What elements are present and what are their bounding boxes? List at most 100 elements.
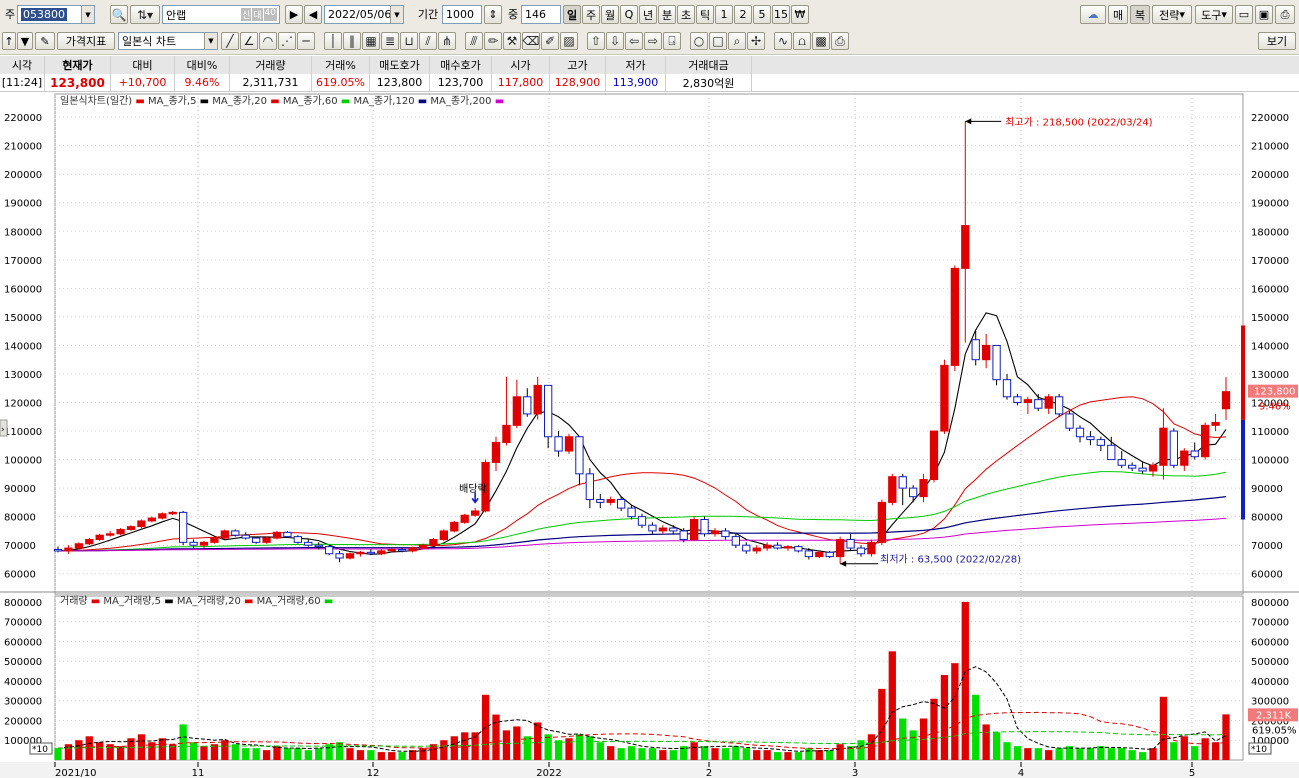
cross-tool-button[interactable]: ✢ [747, 32, 765, 50]
price-tick-left: 210000 [4, 142, 42, 153]
interval-button[interactable]: 년 [639, 5, 657, 24]
interval-button[interactable]: 주 [582, 5, 600, 24]
print-tool-button[interactable]: ⎙ [831, 32, 849, 50]
up-tool-button[interactable]: ⇧ [587, 32, 605, 50]
parallel-tool-button[interactable]: ⫻ [465, 32, 483, 50]
print-button[interactable]: ⎙ [1275, 5, 1295, 24]
legend-swatch: ▬ [88, 596, 104, 607]
volume-bar [523, 736, 531, 760]
angle-tool-button[interactable]: ∠ [240, 32, 258, 50]
prev-button[interactable]: ◀ [304, 5, 322, 24]
line-icon: ╱ [226, 34, 234, 48]
open-button[interactable]: ▭ [1235, 5, 1253, 24]
magic-tool-button[interactable]: ⚒ [503, 32, 521, 50]
candlestick-chart[interactable]: 220000 220000 210000 210000 200000 200000 1900… [0, 92, 1299, 778]
candle-body [168, 511, 177, 515]
cloud-button[interactable]: ☁ [1080, 5, 1106, 24]
interval-button[interactable]: 2 [734, 5, 752, 24]
volume-bar [1045, 750, 1053, 760]
channel-tool-button[interactable]: ⫽ [419, 32, 437, 50]
vlines-tool-button[interactable]: ‖ [343, 32, 361, 50]
interval-button[interactable]: 틱 [696, 5, 714, 24]
volume-tick-right: 500000 [1251, 657, 1289, 668]
interval-button[interactable]: 1 [715, 5, 733, 24]
wave-tool-button[interactable]: ∿ [774, 32, 792, 50]
volume-bar [753, 750, 761, 760]
quote-header-cell: 대비 [111, 56, 175, 74]
period-input[interactable]: 1000 [442, 5, 482, 24]
strategy-button[interactable]: 전략 ▾ [1152, 5, 1192, 24]
interval-button[interactable]: 5 [753, 5, 771, 24]
candle-body [950, 267, 960, 366]
down-tool-button[interactable]: ⇩ [606, 32, 624, 50]
hline-tool-button[interactable]: ─ [297, 32, 315, 50]
zoom-tool-button[interactable]: ⌕ [728, 32, 746, 50]
arc-tool-button[interactable]: ◠ [259, 32, 277, 50]
count-input[interactable]: 146 [521, 5, 561, 24]
page-tool-button[interactable]: ⍈ [663, 32, 681, 50]
interval-button[interactable]: 초 [677, 5, 695, 24]
eraser-tool-button[interactable]: ⌫ [522, 32, 540, 50]
interval-button[interactable]: 분 [658, 5, 676, 24]
stock-code-input[interactable]: 053800 ▼ [17, 5, 95, 24]
vline-tool-button[interactable]: │ [324, 32, 342, 50]
save-img-tool-button[interactable]: ▩ [812, 32, 830, 50]
price-tick-left: 180000 [4, 227, 42, 238]
count-label: 중 [507, 8, 519, 21]
volume-legend-item: MA_거래량,60 [257, 595, 321, 607]
fan-tool-button[interactable]: ⋰ [278, 32, 296, 50]
cycle-tool-button[interactable]: ⊔ [400, 32, 418, 50]
price-legend-item: MA_종가,5 [148, 95, 196, 107]
circle-tool-button[interactable]: ○ [690, 32, 708, 50]
tools-button[interactable]: 도구 ▾ [1195, 5, 1233, 24]
interval-button[interactable]: 일 [563, 5, 581, 24]
next-button[interactable]: ▶ [285, 5, 303, 24]
date-input[interactable]: 2022/05/06 ▼ [324, 5, 404, 24]
square-tool-button[interactable]: □ [709, 32, 727, 50]
chevron-down-icon[interactable]: ▼ [204, 33, 217, 49]
view-button[interactable]: 보기 [1258, 32, 1296, 50]
indicator-button[interactable]: 가격지표 [57, 32, 115, 50]
interval-button[interactable]: 15 [772, 5, 790, 24]
pitchfork-tool-button[interactable]: ⋔ [438, 32, 456, 50]
sort-dropdown[interactable]: ⇅▾ [130, 5, 160, 24]
fibo-tool-button[interactable]: ≣ [381, 32, 399, 50]
chevron-down-icon[interactable]: ▼ [390, 6, 403, 23]
volume-bar [335, 742, 344, 760]
volume-bar [544, 734, 552, 760]
zoom-icon: ⌕ [733, 33, 741, 48]
down-arrow-button[interactable]: ▼ [17, 32, 33, 50]
pencil-tool-button[interactable]: ✏ [484, 32, 502, 50]
edit-button[interactable]: ✎ [35, 32, 55, 50]
interval-button[interactable]: ₩ [791, 5, 809, 24]
stock-name-field[interactable]: 안랩 신 대 40 [162, 5, 280, 24]
interval-button[interactable]: Q [620, 5, 638, 24]
line-tool-button[interactable]: ╱ [221, 32, 239, 50]
volume-bar [951, 663, 959, 760]
volume-legend: 거래량 ▬ MA_거래량,5 ▬ MA_거래량,20 ▬ MA_거래량,60 ▬ [60, 595, 333, 607]
spin-icon: ⇕ [488, 8, 498, 21]
text-tool-button[interactable]: ▨ [560, 32, 578, 50]
up-arrow-button[interactable]: ↑ [2, 32, 16, 50]
save-button[interactable]: ▣ [1255, 5, 1273, 24]
multi-button[interactable]: 복 [1130, 5, 1150, 24]
scale-tool-button[interactable]: ⩍ [793, 32, 811, 50]
search-button[interactable]: 🔍 [110, 5, 128, 24]
buy-button[interactable]: 매 [1108, 5, 1128, 24]
volume-bar [1201, 738, 1209, 760]
grid-tool-button[interactable]: ▦ [362, 32, 380, 50]
quote-value-cell: 2,830억원 [666, 74, 752, 91]
volume-tick-left: 800000 [4, 598, 42, 609]
note-tool-button[interactable]: ✐ [541, 32, 559, 50]
candle-body [262, 537, 271, 543]
volume-bar [826, 750, 834, 760]
chart-type-select[interactable]: 일본식 차트 ▼ [118, 32, 218, 50]
left-tool-button[interactable]: ⇦ [625, 32, 643, 50]
chevron-down-icon[interactable]: ▼ [81, 6, 94, 23]
interval-button[interactable]: 월 [601, 5, 619, 24]
right-tool-button[interactable]: ⇨ [644, 32, 662, 50]
rate-badge: 40 [263, 8, 277, 21]
volume-bar [304, 750, 312, 760]
period-spin-button[interactable]: ⇕ [484, 5, 502, 24]
candle-body [53, 548, 63, 552]
